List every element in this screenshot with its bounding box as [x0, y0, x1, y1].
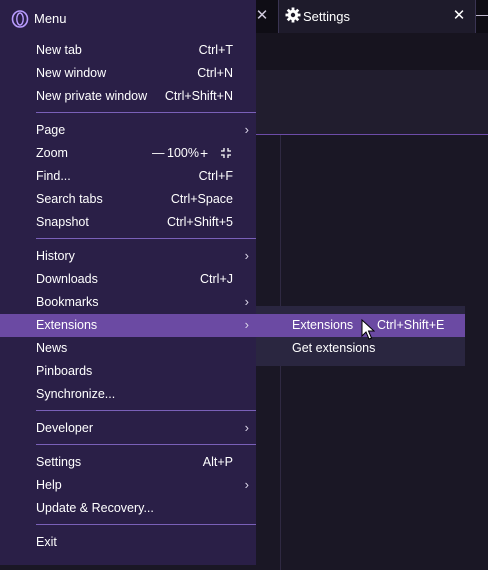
menu-item-downloads[interactable]: Downloads Ctrl+J	[0, 268, 256, 291]
menu-item-label: Find...	[36, 169, 71, 183]
menu-item-shortcut: Ctrl+T	[198, 43, 233, 57]
menu-item-label: New tab	[36, 43, 82, 57]
menu-item-label: Exit	[36, 535, 57, 549]
menu-item-label: Synchronize...	[36, 387, 116, 401]
fullscreen-icon[interactable]	[220, 147, 232, 159]
menu-item-label: History	[36, 249, 75, 263]
gear-icon	[285, 7, 301, 23]
menu-title: Menu	[34, 11, 67, 26]
zoom-in-button[interactable]: +	[200, 142, 208, 165]
menu-item-shortcut: Ctrl+Space	[170, 192, 233, 206]
menu-item-label: Developer	[36, 421, 93, 435]
chevron-right-icon: ›	[244, 122, 249, 137]
menu-item-shortcut: Ctrl+N	[197, 66, 233, 80]
menu-item-label: Search tabs	[36, 192, 103, 206]
tab-close-icon[interactable]: ✕	[451, 7, 467, 25]
menu-item-label: New private window	[36, 89, 148, 103]
menu-item-shortcut: Ctrl+J	[200, 272, 233, 286]
menu-separator	[36, 524, 256, 525]
chevron-right-icon: ›	[244, 294, 249, 309]
menu-item-news[interactable]: News	[0, 337, 256, 360]
menu-item-developer[interactable]: Developer ›	[0, 417, 256, 440]
tab-settings[interactable]: Settings ✕	[278, 0, 476, 33]
menu-item-settings[interactable]: Settings Alt+P	[0, 451, 256, 474]
menu-item-label: Update & Recovery...	[36, 501, 154, 515]
menu-item-label: New window	[36, 66, 107, 80]
menu-header: Menu	[0, 0, 256, 36]
menu-item-label: Zoom	[36, 146, 68, 160]
menu-item-extensions[interactable]: Extensions ›	[0, 314, 256, 337]
menu-item-page[interactable]: Page ›	[0, 119, 256, 142]
opera-logo-icon	[11, 10, 29, 28]
menu-item-label: Settings	[36, 455, 82, 469]
chevron-right-icon: ›	[244, 248, 249, 263]
menu-item-label: Downloads	[36, 272, 98, 286]
mouse-cursor-icon	[361, 319, 375, 340]
tab-settings-label: Settings	[303, 9, 350, 24]
previous-tab-close-icon[interactable]: ✕	[254, 7, 270, 25]
menu-item-label: Page	[36, 123, 66, 137]
menu-item-bookmarks[interactable]: Bookmarks ›	[0, 291, 256, 314]
chevron-right-icon: ›	[244, 477, 249, 492]
chevron-right-icon: ›	[244, 317, 249, 332]
menu-item-shortcut: Ctrl+Shift+5	[166, 215, 233, 229]
menu-item-help[interactable]: Help ›	[0, 474, 256, 497]
submenu-item-label: Extensions	[292, 318, 354, 332]
menu-item-label: News	[36, 341, 68, 355]
main-menu: Menu New tab Ctrl+T New window Ctrl+N Ne…	[0, 0, 256, 565]
menu-item-find[interactable]: Find... Ctrl+F	[0, 165, 256, 188]
minimize-icon[interactable]	[476, 15, 488, 16]
menu-item-new-window[interactable]: New window Ctrl+N	[0, 62, 256, 85]
menu-item-history[interactable]: History ›	[0, 245, 256, 268]
menu-item-zoom: Zoom — 100% +	[0, 142, 256, 165]
menu-item-label: Snapshot	[36, 215, 89, 229]
menu-item-label: Bookmarks	[36, 295, 99, 309]
menu-item-synchronize[interactable]: Synchronize...	[0, 383, 256, 406]
submenu-item-shortcut: Ctrl+Shift+E	[377, 318, 445, 332]
menu-separator	[36, 410, 256, 411]
menu-item-shortcut: Ctrl+Shift+N	[164, 89, 233, 103]
menu-item-label: Pinboards	[36, 364, 93, 378]
menu-item-pinboards[interactable]: Pinboards	[0, 360, 256, 383]
zoom-level: 100%	[167, 146, 199, 160]
chevron-right-icon: ›	[244, 420, 249, 435]
menu-item-new-private-window[interactable]: New private window Ctrl+Shift+N	[0, 85, 256, 108]
menu-separator	[36, 444, 256, 445]
menu-separator	[36, 238, 256, 239]
menu-item-update-recovery[interactable]: Update & Recovery...	[0, 497, 256, 520]
menu-separator	[36, 112, 256, 113]
menu-item-label: Extensions	[36, 318, 98, 332]
menu-item-search-tabs[interactable]: Search tabs Ctrl+Space	[0, 188, 256, 211]
menu-item-new-tab[interactable]: New tab Ctrl+T	[0, 39, 256, 62]
zoom-out-button[interactable]: —	[152, 142, 165, 165]
menu-item-snapshot[interactable]: Snapshot Ctrl+Shift+5	[0, 211, 256, 234]
menu-item-shortcut: Alt+P	[202, 455, 233, 469]
menu-item-label: Help	[36, 478, 62, 492]
menu-item-exit[interactable]: Exit	[0, 531, 256, 554]
menu-item-shortcut: Ctrl+F	[198, 169, 233, 183]
